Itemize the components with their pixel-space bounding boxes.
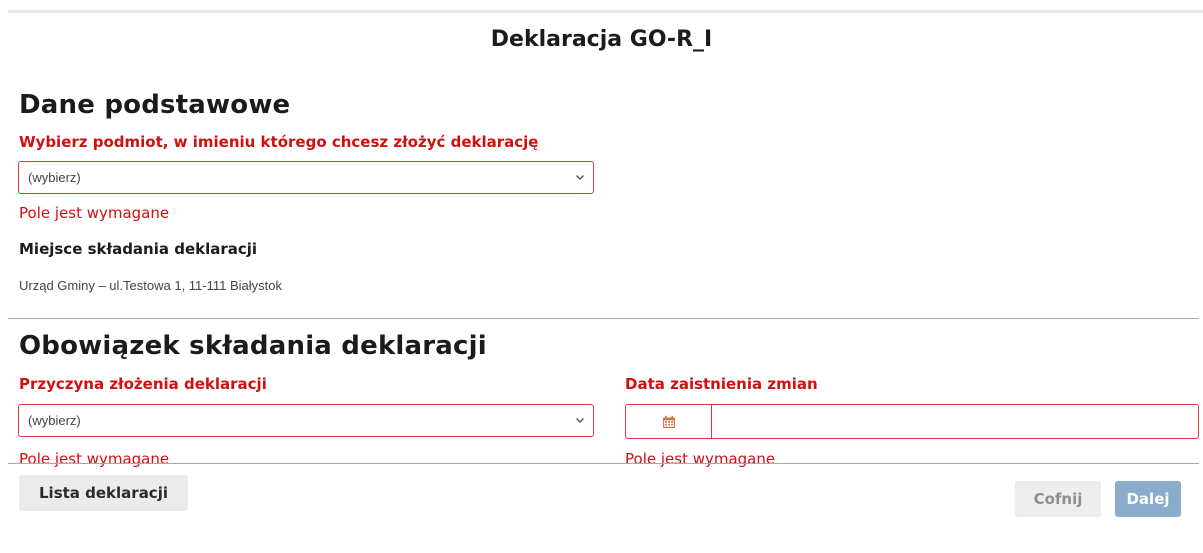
chevron-down-icon [576,418,584,423]
date-input[interactable] [712,405,1198,438]
next-button[interactable]: Dalej [1115,481,1181,517]
top-border [8,10,1203,13]
date-field [625,404,1199,439]
calendar-button[interactable] [626,405,712,438]
reason-select[interactable]: (wybierz) [18,404,594,437]
entity-label: Wybierz podmiot, w imieniu którego chces… [19,133,539,151]
calendar-icon [662,415,675,428]
back-button[interactable]: Cofnij [1015,481,1101,517]
section-title-obligation: Obowiązek składania deklaracji [19,331,487,361]
declaration-list-button[interactable]: Lista deklaracji [19,475,188,511]
footer-divider [8,463,1199,464]
reason-error: Pole jest wymagane [19,450,170,468]
reason-label: Przyczyna złożenia deklaracji [19,375,267,393]
date-label: Data zaistnienia zmian [625,375,818,393]
chevron-down-icon [576,175,584,180]
section-divider [8,318,1199,319]
place-value: Urząd Gminy – ul.Testowa 1, 11-111 Biały… [19,278,283,293]
entity-error: Pole jest wymagane [19,204,170,222]
entity-select[interactable]: (wybierz) [18,161,594,194]
entity-select-value: (wybierz) [28,170,81,185]
date-error: Pole jest wymagane [625,450,776,468]
place-label: Miejsce składania deklaracji [19,240,258,258]
section-title-basic: Dane podstawowe [19,90,291,120]
reason-select-value: (wybierz) [28,413,81,428]
page-title: Deklaracja GO-R_I [490,27,713,52]
